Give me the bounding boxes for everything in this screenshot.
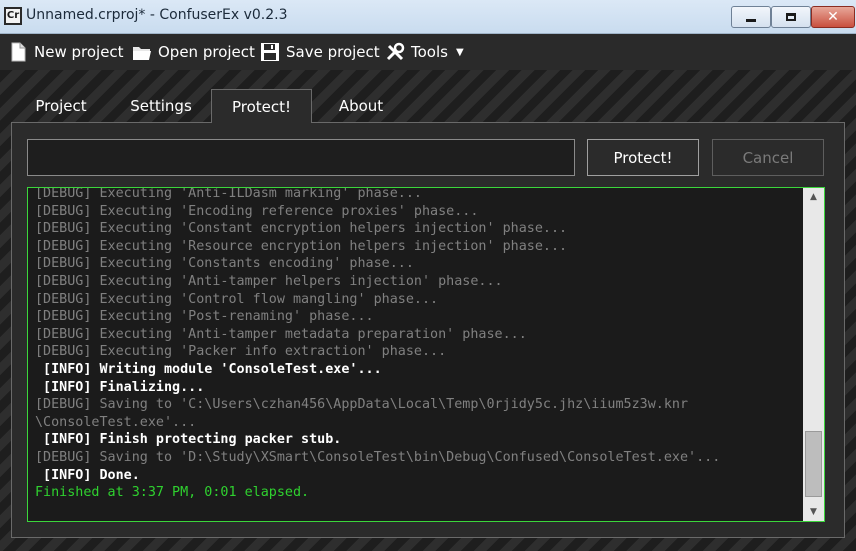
scroll-down-icon[interactable]: ▼ bbox=[803, 503, 824, 521]
window-title: Unnamed.crproj* - ConfuserEx v0.2.3 bbox=[26, 7, 288, 23]
scroll-up-icon[interactable]: ▲ bbox=[803, 188, 824, 206]
confuserex-icon[interactable]: Cr bbox=[4, 7, 22, 25]
log-line: [DEBUG] Executing 'Encoding reference pr… bbox=[35, 203, 479, 219]
log-line: [DEBUG] Executing 'Resource encryption h… bbox=[35, 238, 568, 254]
maximize-icon bbox=[786, 13, 796, 21]
output-path-field[interactable] bbox=[27, 139, 575, 176]
log-line: [INFO] Finalizing... bbox=[35, 379, 205, 395]
new-file-icon bbox=[11, 42, 26, 62]
tab-about[interactable]: About bbox=[325, 90, 397, 122]
new-project-label: New project bbox=[34, 43, 124, 61]
cancel-button[interactable]: Cancel bbox=[712, 139, 824, 176]
log-line: [DEBUG] Executing 'Packer info extractio… bbox=[35, 344, 447, 360]
log-scrollbar[interactable]: ▲ ▼ bbox=[803, 188, 824, 521]
log-line: [DEBUG] Executing 'Control flow mangling… bbox=[35, 291, 439, 307]
log-line: [DEBUG] Saving to 'D:\Study\XSmart\Conso… bbox=[35, 449, 721, 465]
tools-menu-button[interactable]: Tools ▼ bbox=[385, 39, 464, 65]
tools-label: Tools bbox=[411, 43, 448, 61]
log-line: [DEBUG] Executing 'Constants encoding' p… bbox=[35, 256, 414, 272]
open-folder-icon bbox=[133, 47, 151, 60]
save-project-button[interactable]: Save project bbox=[260, 39, 380, 65]
new-project-button[interactable]: New project bbox=[8, 39, 124, 65]
save-project-label: Save project bbox=[286, 43, 380, 61]
minimize-icon bbox=[746, 18, 756, 22]
protect-button[interactable]: Protect! bbox=[587, 139, 699, 176]
title-bar: Cr Unnamed.crproj* - ConfuserEx v0.2.3 ✕ bbox=[0, 0, 856, 34]
log-line: \ConsoleTest.exe'... bbox=[35, 414, 197, 430]
log-line: Finished at 3:37 PM, 0:01 elapsed. bbox=[35, 485, 310, 501]
toolbar: New project Open project Save project To… bbox=[0, 34, 856, 70]
close-button[interactable]: ✕ bbox=[811, 6, 855, 28]
log-line: [INFO] Done. bbox=[35, 467, 140, 483]
tab-settings[interactable]: Settings bbox=[120, 90, 202, 122]
tab-protect[interactable]: Protect! bbox=[211, 89, 312, 123]
minimize-button[interactable] bbox=[731, 6, 771, 28]
scroll-thumb[interactable] bbox=[805, 431, 822, 497]
open-project-label: Open project bbox=[158, 43, 255, 61]
log-output[interactable]: [DEBUG] Executing 'Anti-ILDasm marking' … bbox=[27, 187, 825, 522]
log-line: [DEBUG] Executing 'Post-renaming' phase.… bbox=[35, 309, 374, 325]
log-line: [INFO] Finish protecting packer stub. bbox=[35, 432, 342, 448]
tools-icon bbox=[386, 42, 405, 61]
log-line: [INFO] Writing module 'ConsoleTest.exe'.… bbox=[35, 361, 382, 377]
log-line: [DEBUG] Executing 'Anti-tamper helpers i… bbox=[35, 273, 503, 289]
log-line: [DEBUG] Executing 'Anti-tamper metadata … bbox=[35, 326, 527, 342]
chevron-down-icon: ▼ bbox=[455, 46, 464, 58]
log-lines: [DEBUG] Executing 'Anti-ILDasm marking' … bbox=[35, 187, 805, 502]
tab-project[interactable]: Project bbox=[22, 90, 100, 122]
maximize-button[interactable] bbox=[771, 6, 811, 28]
log-line: [DEBUG] Executing 'Constant encryption h… bbox=[35, 221, 568, 237]
open-project-button[interactable]: Open project bbox=[132, 39, 255, 65]
close-icon: ✕ bbox=[827, 9, 839, 25]
log-line: [DEBUG] Executing 'Anti-ILDasm marking' … bbox=[35, 187, 422, 201]
save-disk-icon bbox=[261, 43, 279, 61]
log-line: [DEBUG] Saving to 'C:\Users\czhan456\App… bbox=[35, 397, 689, 413]
